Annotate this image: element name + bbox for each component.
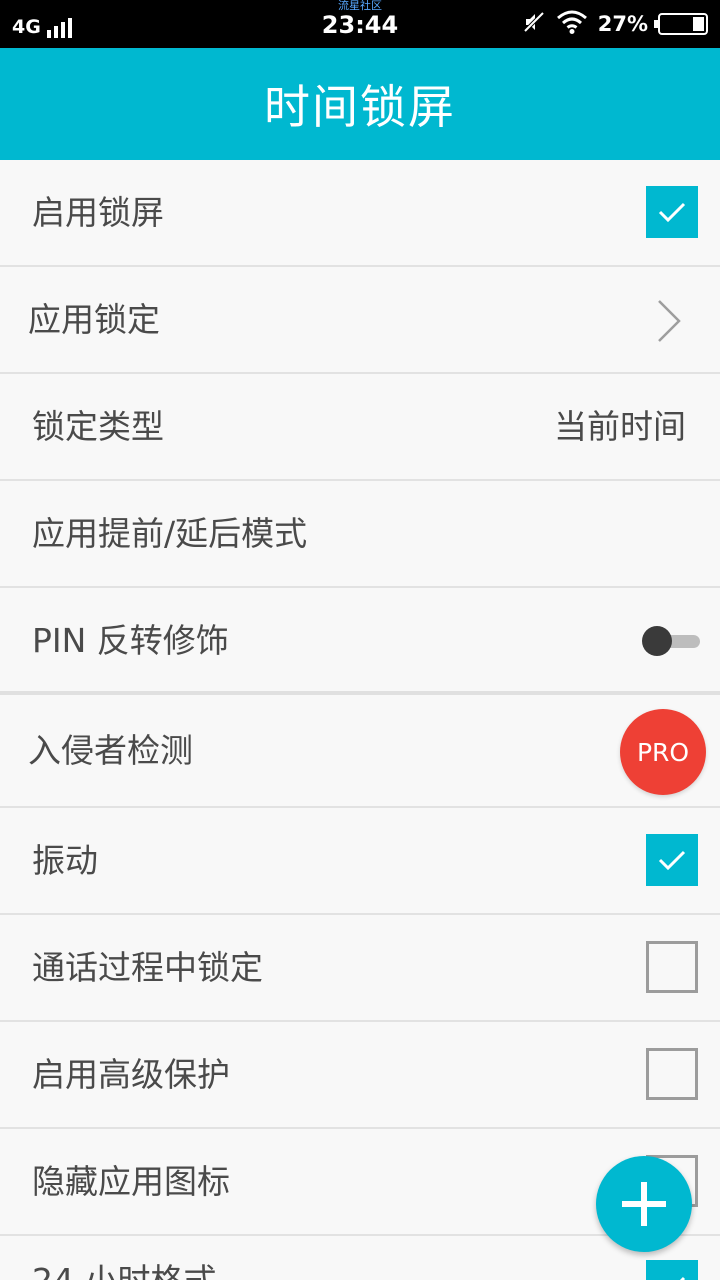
setting-label: 振动 <box>32 841 98 880</box>
lock-type-value: 当前时间 <box>554 407 686 446</box>
setting-label: 隐藏应用图标 <box>32 1162 230 1201</box>
setting-label: 入侵者检测 <box>28 731 193 770</box>
setting-label: 24 小时格式 <box>32 1228 216 1280</box>
advanced-protection-checkbox[interactable] <box>646 1048 698 1100</box>
lock-during-call-checkbox[interactable] <box>646 941 698 993</box>
check-icon <box>658 202 686 223</box>
setting-advance-delay-mode[interactable]: 应用提前/延后模式 <box>0 481 720 588</box>
pro-badge: PRO <box>620 709 706 795</box>
setting-label: 启用锁屏 <box>32 193 164 232</box>
setting-label: 应用锁定 <box>28 300 160 339</box>
setting-label: PIN 反转修饰 <box>32 621 229 660</box>
check-icon <box>679 1276 686 1280</box>
check-icon <box>658 850 686 871</box>
mute-icon <box>522 10 546 38</box>
status-icons: 27% <box>522 10 708 38</box>
setting-vibration[interactable]: 振动 <box>0 808 720 915</box>
setting-label: 锁定类型 <box>32 407 164 446</box>
wifi-icon <box>556 10 588 38</box>
pin-reverse-toggle[interactable] <box>642 626 702 656</box>
setting-label: 通话过程中锁定 <box>32 948 263 987</box>
vibration-checkbox[interactable] <box>646 834 698 886</box>
setting-lock-during-call[interactable]: 通话过程中锁定 <box>0 915 720 1022</box>
setting-enable-lock[interactable]: 启用锁屏 <box>0 160 720 267</box>
settings-list: 启用锁屏 应用锁定 锁定类型 当前时间 应用提前/延后模式 PIN 反转修饰 入… <box>0 160 720 1280</box>
chevron-right-icon <box>656 299 682 347</box>
battery-icon <box>654 13 708 35</box>
status-bar: 4G 流星社区 23:44 27% <box>0 0 720 48</box>
setting-label: 应用提前/延后模式 <box>32 514 308 553</box>
setting-24h-format[interactable]: 24 小时格式 <box>0 1236 720 1280</box>
add-fab-button[interactable] <box>596 1156 692 1252</box>
setting-advanced-protection[interactable]: 启用高级保护 <box>0 1022 720 1129</box>
page-title: 时间锁屏 <box>264 80 456 134</box>
setting-label: 启用高级保护 <box>32 1055 230 1094</box>
format-24h-checkbox[interactable] <box>646 1260 698 1280</box>
setting-lock-type[interactable]: 锁定类型 当前时间 <box>0 374 720 481</box>
setting-intruder-detection[interactable]: 入侵者检测 PRO <box>0 695 720 808</box>
enable-lock-checkbox[interactable] <box>646 186 698 238</box>
setting-app-lock[interactable]: 应用锁定 <box>0 267 720 374</box>
app-bar: 时间锁屏 <box>0 48 720 160</box>
battery-percent: 27% <box>597 12 648 36</box>
setting-pin-reverse[interactable]: PIN 反转修饰 <box>0 588 720 695</box>
